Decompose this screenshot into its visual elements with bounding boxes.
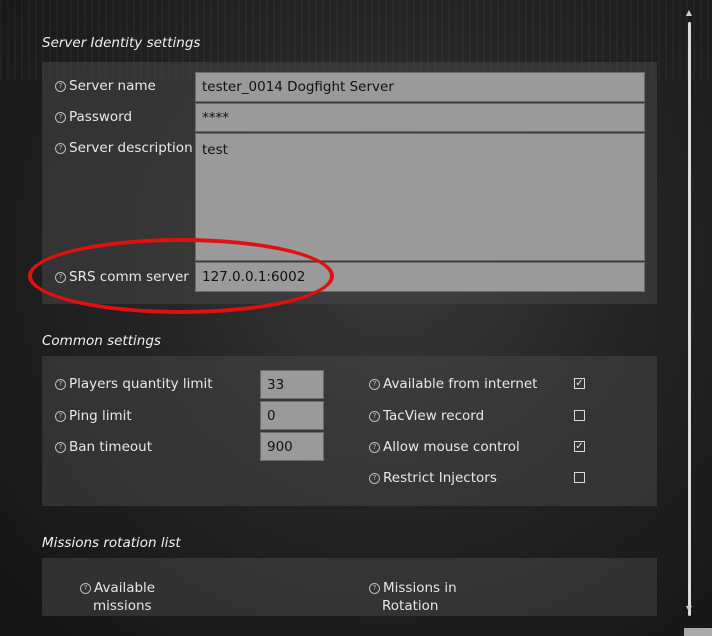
help-icon[interactable]: ? — [55, 80, 66, 92]
help-icon[interactable]: ? — [55, 378, 66, 390]
ban-timeout-input[interactable]: 900 — [260, 432, 324, 461]
server-name-label: ? Server name — [55, 78, 156, 94]
common-section-title: Common settings — [42, 333, 161, 349]
server-name-input[interactable]: tester_0014 Dogfight Server — [195, 72, 645, 102]
server-description-textarea[interactable]: test — [195, 133, 645, 261]
password-input[interactable]: **** — [195, 103, 645, 132]
scroll-up-icon[interactable]: ▲ — [684, 8, 694, 17]
ping-limit-input[interactable]: 0 — [260, 401, 324, 430]
bottom-bar — [684, 628, 712, 636]
help-icon[interactable]: ? — [369, 378, 380, 390]
rotation-missions-line2: Rotation — [382, 598, 439, 614]
tacview-record-label: ? TacView record — [369, 408, 484, 424]
mouse-control-label-text: Allow mouse control — [383, 439, 520, 455]
ping-limit-label-text: Ping limit — [69, 408, 132, 424]
ping-limit-label: ? Ping limit — [55, 408, 132, 424]
help-icon[interactable]: ? — [369, 441, 380, 453]
players-limit-label-text: Players quantity limit — [69, 376, 213, 392]
available-missions-line2: missions — [93, 598, 152, 614]
missions-section-title: Missions rotation list — [42, 535, 181, 551]
players-limit-label: ? Players quantity limit — [55, 376, 213, 392]
password-label-text: Password — [69, 109, 133, 125]
tacview-record-label-text: TacView record — [383, 408, 485, 424]
help-icon[interactable]: ? — [369, 582, 380, 594]
mouse-control-checkbox[interactable]: ✓ — [574, 441, 585, 452]
server-description-label-text: Server description — [69, 140, 193, 156]
restrict-injectors-label: ? Restrict Injectors — [369, 470, 497, 486]
restrict-injectors-label-text: Restrict Injectors — [383, 470, 497, 486]
highlight-annotation — [28, 238, 334, 314]
mouse-control-label: ? Allow mouse control — [369, 439, 520, 455]
help-icon[interactable]: ? — [55, 410, 66, 422]
help-icon[interactable]: ? — [369, 410, 380, 422]
available-missions-line1: Available — [94, 580, 156, 596]
help-icon[interactable]: ? — [369, 472, 380, 484]
available-internet-label-text: Available from internet — [383, 376, 538, 392]
available-internet-label: ? Available from internet — [369, 376, 537, 392]
identity-section-title: Server Identity settings — [42, 35, 201, 51]
tacview-record-checkbox[interactable] — [574, 410, 585, 421]
scroll-thumb[interactable] — [688, 22, 691, 616]
scroll-down-icon[interactable]: ▼ — [684, 604, 694, 613]
password-label: ? Password — [55, 109, 132, 125]
server-name-label-text: Server name — [69, 78, 156, 94]
help-icon[interactable]: ? — [80, 582, 91, 594]
help-icon[interactable]: ? — [55, 142, 66, 154]
rotation-missions-header: ? Missions in Rotation — [369, 579, 457, 615]
players-limit-input[interactable]: 33 — [260, 370, 324, 399]
restrict-injectors-checkbox[interactable] — [574, 472, 585, 483]
ban-timeout-label: ? Ban timeout — [55, 439, 152, 455]
available-internet-checkbox[interactable]: ✓ — [574, 378, 585, 389]
vertical-scrollbar[interactable]: ▲ ▼ — [684, 8, 694, 616]
ban-timeout-label-text: Ban timeout — [69, 439, 152, 455]
available-missions-header: ? Available missions — [80, 579, 155, 615]
rotation-missions-line1: Missions in — [383, 580, 457, 596]
help-icon[interactable]: ? — [55, 111, 66, 123]
server-description-label: ? Server description — [55, 140, 193, 156]
help-icon[interactable]: ? — [55, 441, 66, 453]
